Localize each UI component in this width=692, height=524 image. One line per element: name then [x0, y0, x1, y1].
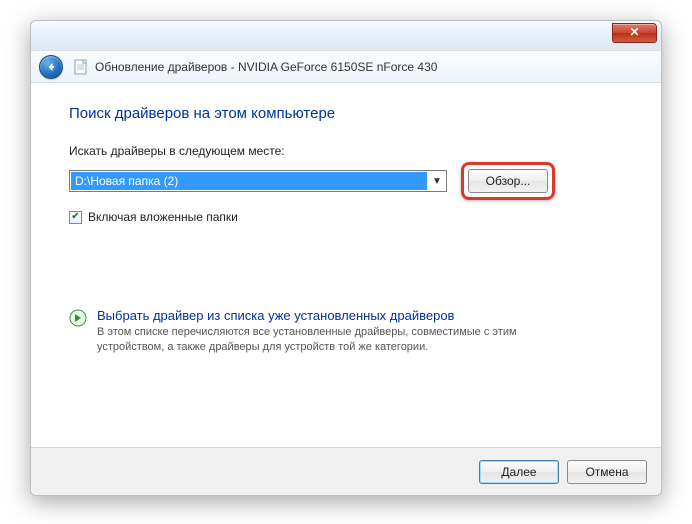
path-value: D:\Новая папка (2) — [71, 172, 427, 190]
close-icon: ✕ — [629, 25, 639, 39]
browse-button[interactable]: Обзор... — [468, 169, 548, 193]
cancel-button[interactable]: Отмена — [567, 460, 647, 484]
include-subfolders-label: Включая вложенные папки — [88, 210, 238, 224]
pick-from-list-option[interactable]: Выбрать драйвер из списка уже установлен… — [69, 304, 623, 359]
checkmark-icon: ✔ — [71, 212, 79, 222]
search-location-label: Искать драйверы в следующем месте: — [69, 144, 623, 158]
content-area: Поиск драйверов на этом компьютере Искат… — [31, 83, 661, 443]
arrow-right-icon — [69, 309, 87, 327]
path-combobox[interactable]: D:\Новая папка (2) ▼ — [69, 170, 447, 192]
option-title: Выбрать драйвер из списка уже установлен… — [97, 308, 577, 323]
option-text-block: Выбрать драйвер из списка уже установлен… — [97, 308, 577, 355]
option-description: В этом списке перечисляются все установл… — [97, 325, 577, 355]
include-subfolders-checkbox[interactable]: ✔ — [69, 211, 82, 224]
dialog-window: ✕ Обновление драйверов - NVIDIA GeForce … — [30, 20, 662, 496]
back-button[interactable] — [39, 55, 63, 79]
footer: Далее Отмена — [31, 447, 661, 495]
arrow-left-icon — [45, 61, 57, 73]
next-button[interactable]: Далее — [479, 460, 559, 484]
toolbar: Обновление драйверов - NVIDIA GeForce 61… — [31, 51, 661, 83]
close-button[interactable]: ✕ — [612, 23, 657, 43]
page-heading: Поиск драйверов на этом компьютере — [69, 105, 623, 122]
path-row: D:\Новая папка (2) ▼ Обзор... — [69, 162, 623, 200]
browse-button-highlight: Обзор... — [461, 162, 555, 200]
chevron-down-icon[interactable]: ▼ — [428, 176, 446, 187]
titlebar: ✕ — [31, 21, 661, 51]
include-subfolders-row: ✔ Включая вложенные папки — [69, 210, 623, 224]
window-title: Обновление драйверов - NVIDIA GeForce 61… — [95, 60, 437, 74]
document-icon — [73, 59, 89, 75]
